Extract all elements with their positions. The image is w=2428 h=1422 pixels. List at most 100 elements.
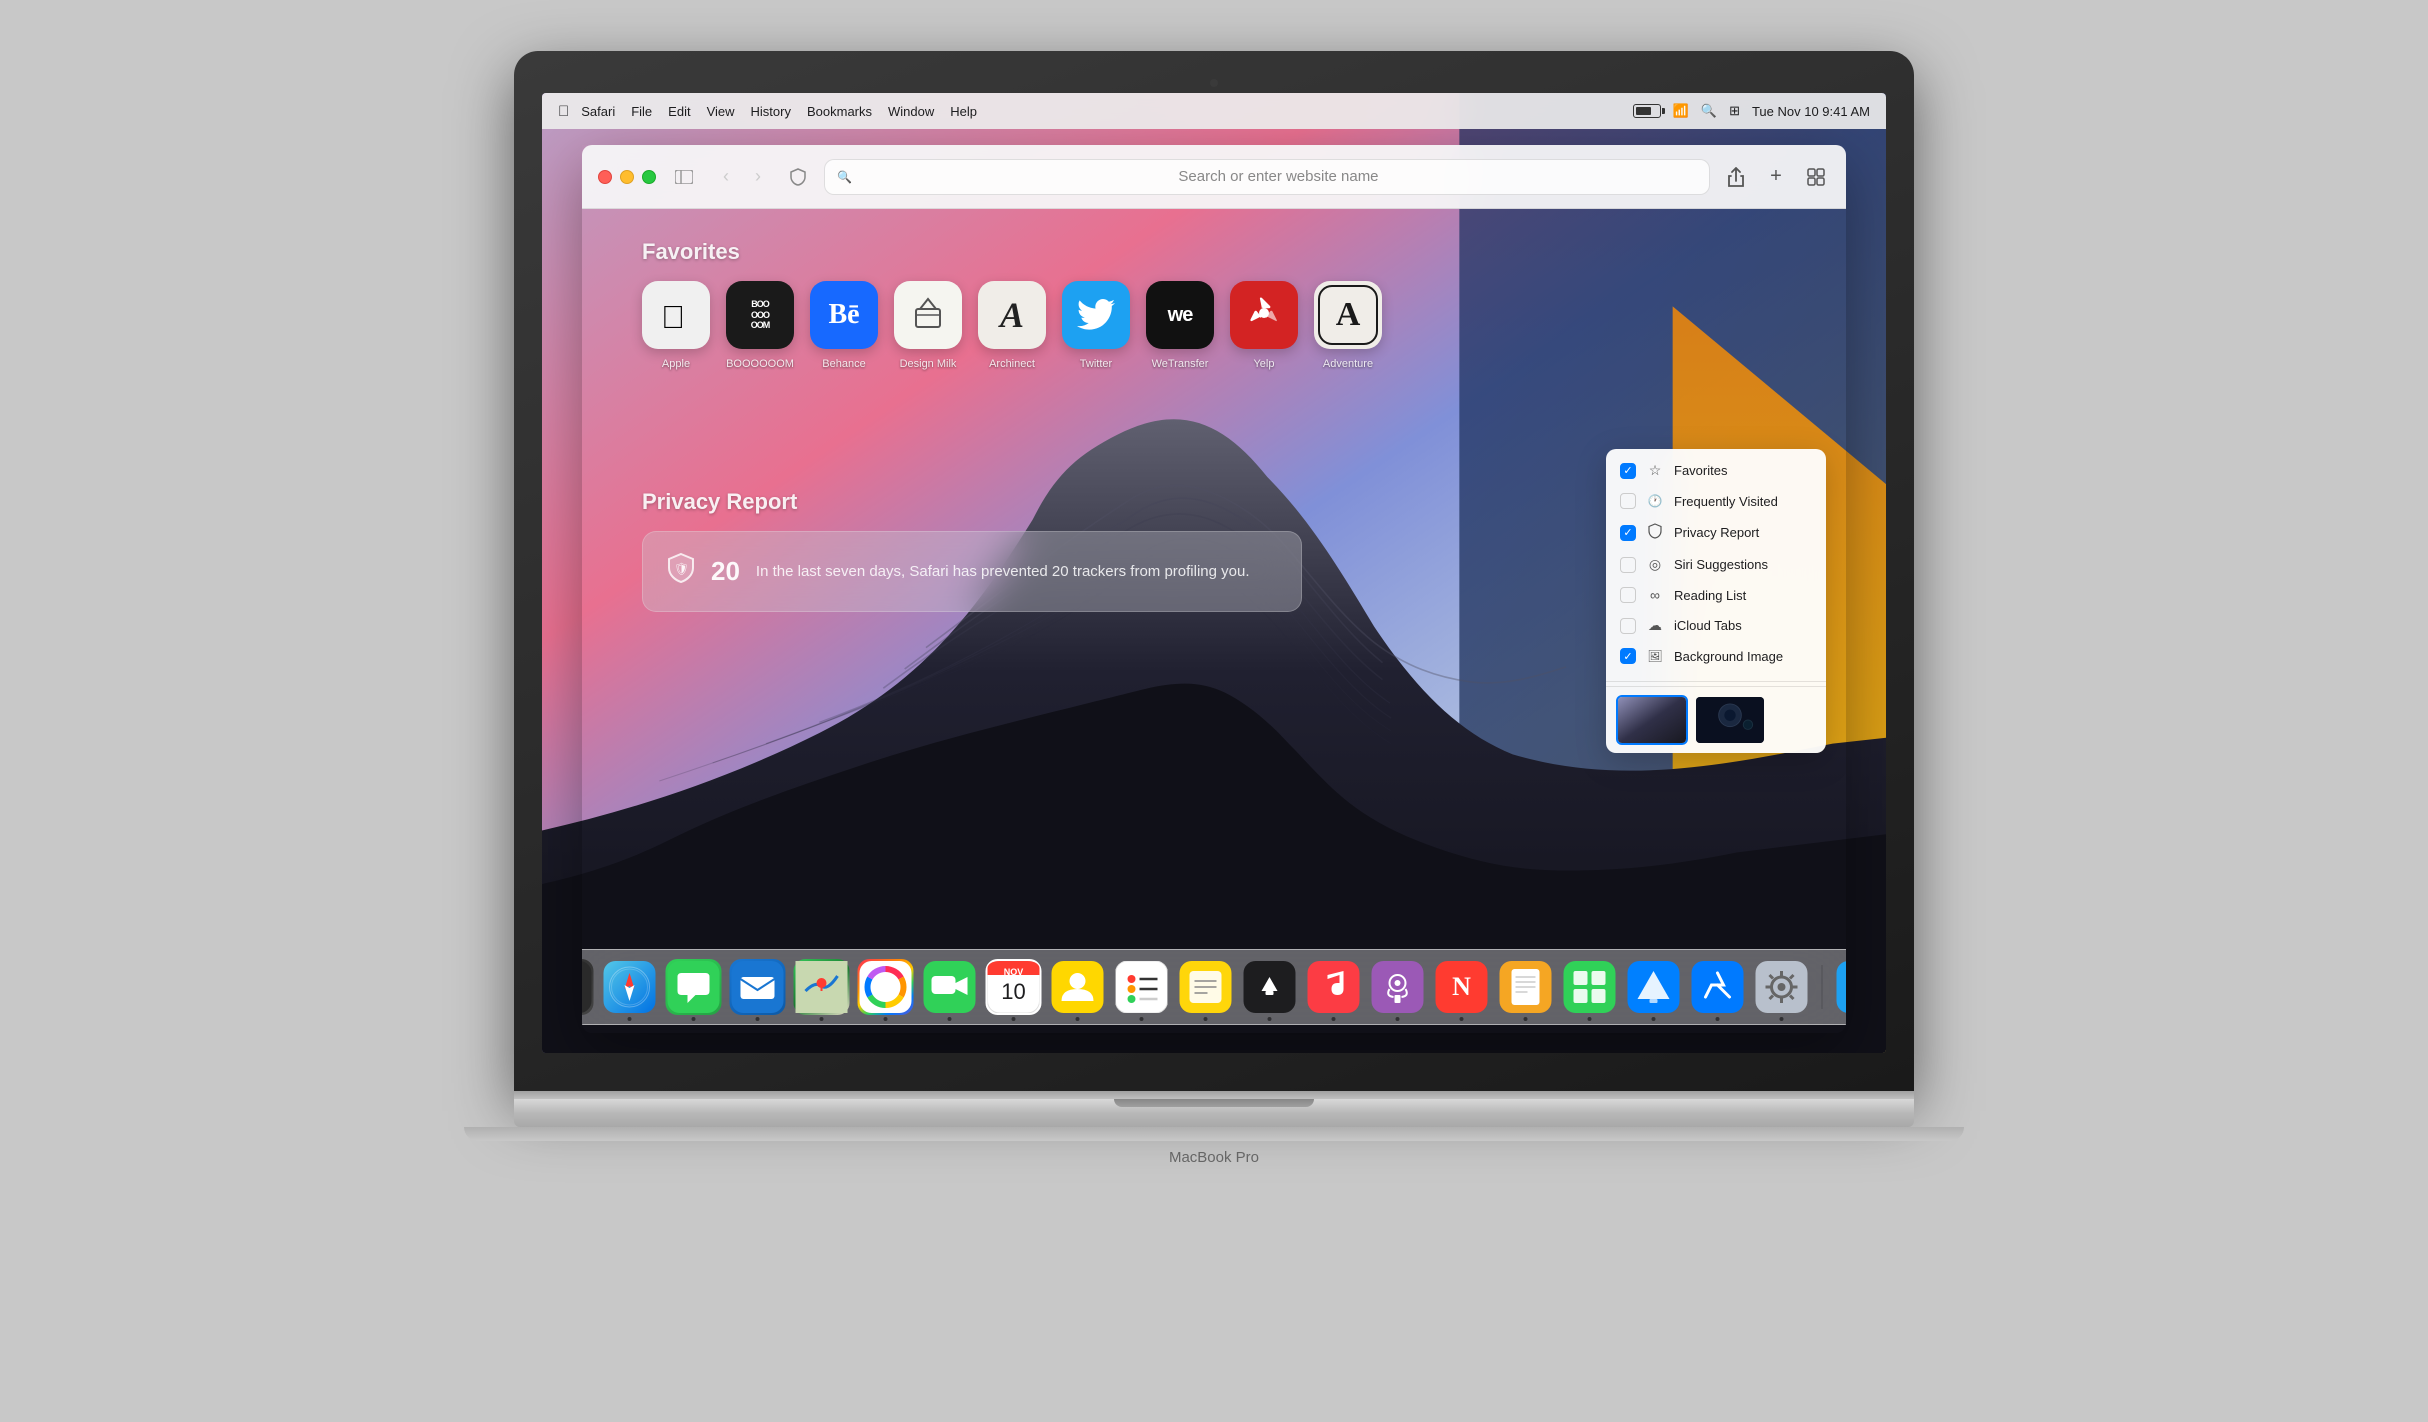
- share-button[interactable]: [1722, 163, 1750, 191]
- dropdown-item-privacy-report[interactable]: ✓ Privacy Report: [1606, 516, 1826, 549]
- back-button[interactable]: ‹: [712, 163, 740, 191]
- nav-buttons: ‹ ›: [712, 163, 772, 191]
- new-tab-button[interactable]: +: [1762, 163, 1790, 191]
- tab-overview-button[interactable]: [1802, 163, 1830, 191]
- control-center-icon[interactable]: ⊞: [1729, 103, 1740, 119]
- menubar-bookmarks[interactable]: Bookmarks: [807, 104, 872, 119]
- dock-item-reminders[interactable]: [1114, 959, 1170, 1015]
- fav-item-behance[interactable]: Bē Behance: [810, 281, 878, 371]
- checkbox-siri-suggestions[interactable]: [1620, 557, 1636, 573]
- dock-item-messages[interactable]: [666, 959, 722, 1015]
- laptop-shell:  Safari File Edit View History Bookmark…: [514, 51, 1914, 1371]
- dock-item-photos[interactable]: [858, 959, 914, 1015]
- laptop-bottom: [464, 1127, 1964, 1141]
- dock-item-pages[interactable]: [1498, 959, 1554, 1015]
- maximize-button[interactable]: [642, 170, 656, 184]
- menubar-window[interactable]: Window: [888, 104, 934, 119]
- fav-item-boooom[interactable]: BOOOOOOOM BOOOOOOM: [726, 281, 794, 371]
- checkbox-privacy-report[interactable]: ✓: [1620, 525, 1636, 541]
- search-icon[interactable]: 🔍: [1701, 103, 1717, 119]
- apple-menu-icon[interactable]: : [558, 103, 569, 120]
- fav-icon-wetransfer: we: [1146, 281, 1214, 349]
- tracker-count: 20: [711, 556, 740, 587]
- dropdown-icon-favorites: ☆: [1646, 462, 1664, 479]
- checkbox-background-image[interactable]: ✓: [1620, 648, 1636, 664]
- dropdown-item-background-image[interactable]: ✓ 🖼 Background Image: [1606, 641, 1826, 671]
- svg-text:10: 10: [1001, 979, 1025, 1004]
- traffic-lights: [598, 170, 656, 184]
- close-button[interactable]: [598, 170, 612, 184]
- fav-item-adventure[interactable]: A Adventure: [1314, 281, 1382, 371]
- sidebar-button[interactable]: [668, 164, 700, 190]
- dock-item-notes[interactable]: [1178, 959, 1234, 1015]
- dock-item-news[interactable]: N: [1434, 959, 1490, 1015]
- checkbox-frequently-visited[interactable]: [1620, 493, 1636, 509]
- bg-thumb-2[interactable]: [1694, 695, 1766, 745]
- dock-item-podcasts[interactable]: [1370, 959, 1426, 1015]
- laptop-base: [514, 1099, 1914, 1127]
- checkbox-reading-list[interactable]: [1620, 587, 1636, 603]
- dock-item-facetime[interactable]: [922, 959, 978, 1015]
- dock-item-systemprefs[interactable]: [1754, 959, 1810, 1015]
- checkbox-favorites[interactable]: ✓: [1620, 463, 1636, 479]
- menubar-view[interactable]: View: [707, 104, 735, 119]
- dropdown-item-favorites[interactable]: ✓ ☆ Favorites: [1606, 455, 1826, 486]
- svg-text:: : [661, 299, 685, 335]
- dropdown-item-frequently-visited[interactable]: 🕐 Frequently Visited: [1606, 486, 1826, 516]
- menubar-safari[interactable]: Safari: [581, 104, 615, 119]
- dock-item-appletv[interactable]: [1242, 959, 1298, 1015]
- wifi-icon: 📶: [1673, 103, 1689, 119]
- fav-icon-adventure: A: [1314, 281, 1382, 349]
- privacy-shield-btn[interactable]: [784, 163, 812, 191]
- dropdown-item-reading-list[interactable]: ∞ Reading List: [1606, 580, 1826, 610]
- dock-item-launchpad[interactable]: [582, 959, 594, 1015]
- privacy-shield-large-icon: 🛡: [667, 552, 695, 591]
- bg-thumbnails: [1606, 686, 1826, 753]
- fav-item-archinect[interactable]: A Archinect: [978, 281, 1046, 371]
- svg-text:🛡: 🛡: [674, 562, 689, 576]
- menubar-file[interactable]: File: [631, 104, 652, 119]
- dropdown-icon-reading-list: ∞: [1646, 587, 1664, 603]
- dropdown-item-siri-suggestions[interactable]: ◎ Siri Suggestions: [1606, 549, 1826, 580]
- fav-item-wetransfer[interactable]: we WeTransfer: [1146, 281, 1214, 371]
- fav-item-apple[interactable]:  Apple: [642, 281, 710, 371]
- fav-label-archinect: Archinect: [989, 357, 1035, 371]
- fav-label-boooom: BOOOOOOM: [726, 357, 794, 371]
- fav-item-yelp[interactable]: Yelp: [1230, 281, 1298, 371]
- bg-thumb-1[interactable]: [1616, 695, 1688, 745]
- fav-label-yelp: Yelp: [1253, 357, 1274, 371]
- menubar-edit[interactable]: Edit: [668, 104, 690, 119]
- forward-button[interactable]: ›: [744, 163, 772, 191]
- minimize-button[interactable]: [620, 170, 634, 184]
- fav-icon-twitter: [1062, 281, 1130, 349]
- fav-icon-boooom: BOOOOOOOM: [726, 281, 794, 349]
- dock-item-calendar[interactable]: NOV 10: [986, 959, 1042, 1015]
- dock-item-appstore[interactable]: [1690, 959, 1746, 1015]
- address-bar[interactable]: 🔍 Search or enter website name: [824, 159, 1710, 195]
- dropdown-item-icloud-tabs[interactable]: ☁ iCloud Tabs: [1606, 610, 1826, 641]
- fav-label-twitter: Twitter: [1080, 357, 1112, 371]
- fav-icon-behance: Bē: [810, 281, 878, 349]
- dock-item-safari[interactable]: [602, 959, 658, 1015]
- dock-item-music[interactable]: [1306, 959, 1362, 1015]
- checkbox-icloud-tabs[interactable]: [1620, 618, 1636, 634]
- dock-item-mail[interactable]: [730, 959, 786, 1015]
- menubar-help[interactable]: Help: [950, 104, 977, 119]
- dropdown-label-frequently-visited: Frequently Visited: [1674, 494, 1778, 509]
- fav-label-wetransfer: WeTransfer: [1152, 357, 1209, 371]
- dock-item-numbers[interactable]: [1562, 959, 1618, 1015]
- dock-item-keynote[interactable]: [1626, 959, 1682, 1015]
- fav-label-designmilk: Design Milk: [900, 357, 957, 371]
- battery-fill: [1636, 107, 1651, 115]
- fav-item-designmilk[interactable]: Design Milk: [894, 281, 962, 371]
- privacy-section: Privacy Report 🛡 20 In the: [642, 489, 1302, 612]
- menubar-history[interactable]: History: [751, 104, 791, 119]
- dock-item-airdrop[interactable]: [1835, 959, 1847, 1015]
- fav-icon-archinect: A: [978, 281, 1046, 349]
- fav-item-twitter[interactable]: Twitter: [1062, 281, 1130, 371]
- privacy-report-card: 🛡 20 In the last seven days, Safari has …: [642, 531, 1302, 612]
- dock-item-maps[interactable]: [794, 959, 850, 1015]
- dock-item-contacts[interactable]: [1050, 959, 1106, 1015]
- address-bar-placeholder: Search or enter website name: [860, 168, 1697, 185]
- fav-label-adventure: Adventure: [1323, 357, 1373, 371]
